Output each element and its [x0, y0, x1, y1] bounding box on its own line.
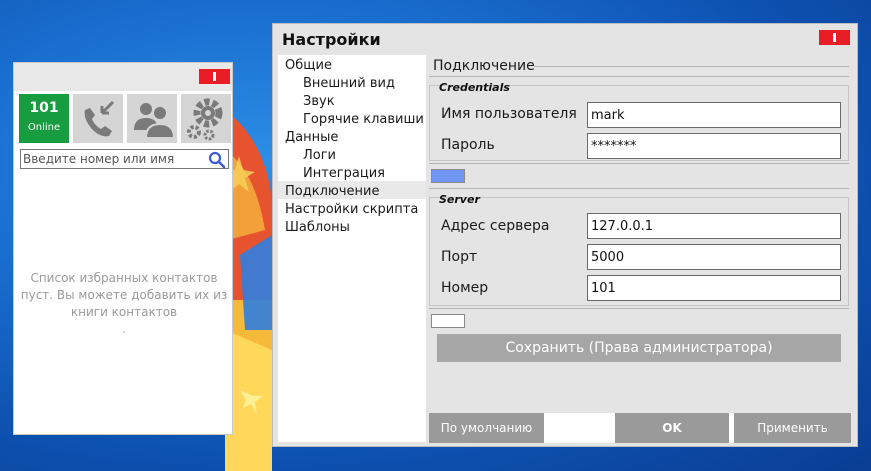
color-swatch-2[interactable] [431, 314, 465, 328]
number-label: Номер [441, 280, 489, 296]
divider [534, 66, 849, 67]
settings-window: Настройки Общие Внешний вид Звук Горячие… [272, 23, 858, 447]
empty-message-line: пуст. Вы можете добавить их из [20, 288, 228, 302]
connection-panel: Подключение Credentials Имя пользователя… [429, 55, 851, 411]
nav-item-data[interactable]: Данные [285, 130, 338, 145]
window-close-button[interactable] [819, 30, 850, 45]
search-icon[interactable] [208, 151, 226, 168]
settings-tile[interactable] [181, 94, 231, 143]
phone-title-bar [14, 63, 232, 91]
nav-item-hotkeys[interactable]: Горячие клавиши [303, 112, 424, 127]
dialog-button-bar: По умолчанию OK Применить [429, 413, 851, 443]
credentials-group: Credentials Имя пользователя Пароль [429, 81, 849, 161]
password-field[interactable] [587, 133, 841, 159]
empty-message-line: Список избранных контактов [30, 271, 218, 285]
gear-icon [187, 98, 223, 141]
section-title: Подключение [433, 58, 535, 74]
phone-widget: 101 Online Введите номер или имя Список … [13, 62, 233, 435]
server-address-field[interactable] [587, 213, 841, 239]
divider [429, 308, 849, 309]
username-label: Имя пользователя [441, 106, 577, 122]
save-admin-button[interactable]: Сохранить (Права администратора) [437, 334, 841, 362]
nav-item-script-settings[interactable]: Настройки скрипта [285, 202, 418, 217]
server-address-label: Адрес сервера [441, 218, 550, 234]
window-title: Настройки [282, 30, 381, 49]
divider [429, 163, 849, 164]
contacts-tile[interactable] [127, 94, 177, 143]
divider [429, 188, 849, 189]
empty-message-line: . [122, 322, 126, 336]
divider [429, 76, 849, 77]
port-field[interactable] [587, 244, 841, 270]
nav-item-general[interactable]: Общие [285, 58, 332, 73]
nav-item-integration[interactable]: Интеграция [303, 166, 385, 181]
port-label: Порт [441, 249, 478, 265]
nav-item-appearance[interactable]: Внешний вид [303, 76, 395, 91]
status-number: 101 [29, 100, 59, 116]
nav-item-connection[interactable]: Подключение [285, 184, 379, 199]
password-label: Пароль [441, 137, 495, 153]
apply-button[interactable]: Применить [734, 413, 851, 443]
status-tile[interactable]: 101 Online [19, 94, 69, 143]
phone-close-button[interactable] [199, 69, 230, 84]
contact-search-input[interactable] [23, 151, 203, 167]
ok-button[interactable]: OK [615, 413, 729, 443]
settings-nav: Общие Внешний вид Звук Горячие клавиши Д… [278, 55, 426, 442]
nav-item-logs[interactable]: Логи [303, 148, 336, 163]
username-field[interactable] [587, 102, 841, 128]
contact-search-box [20, 149, 229, 169]
contacts-icon [134, 103, 176, 139]
server-group-title: Server [439, 193, 480, 206]
nav-item-templates[interactable]: Шаблоны [285, 220, 350, 235]
nav-item-sound[interactable]: Звук [303, 94, 335, 109]
favorites-empty-message: Список избранных контактов пуст. Вы може… [20, 270, 228, 338]
phone-arrow-icon [84, 100, 115, 137]
status-text: Online [27, 122, 61, 133]
defaults-button[interactable]: По умолчанию [429, 413, 544, 443]
calls-tile[interactable] [73, 94, 123, 143]
credentials-group-title: Credentials [439, 81, 510, 94]
server-group: Server Адрес сервера Порт Номер [429, 193, 849, 306]
number-field[interactable] [587, 275, 841, 301]
color-swatch-1[interactable] [431, 169, 465, 183]
empty-message-line: книги контактов [70, 305, 178, 319]
